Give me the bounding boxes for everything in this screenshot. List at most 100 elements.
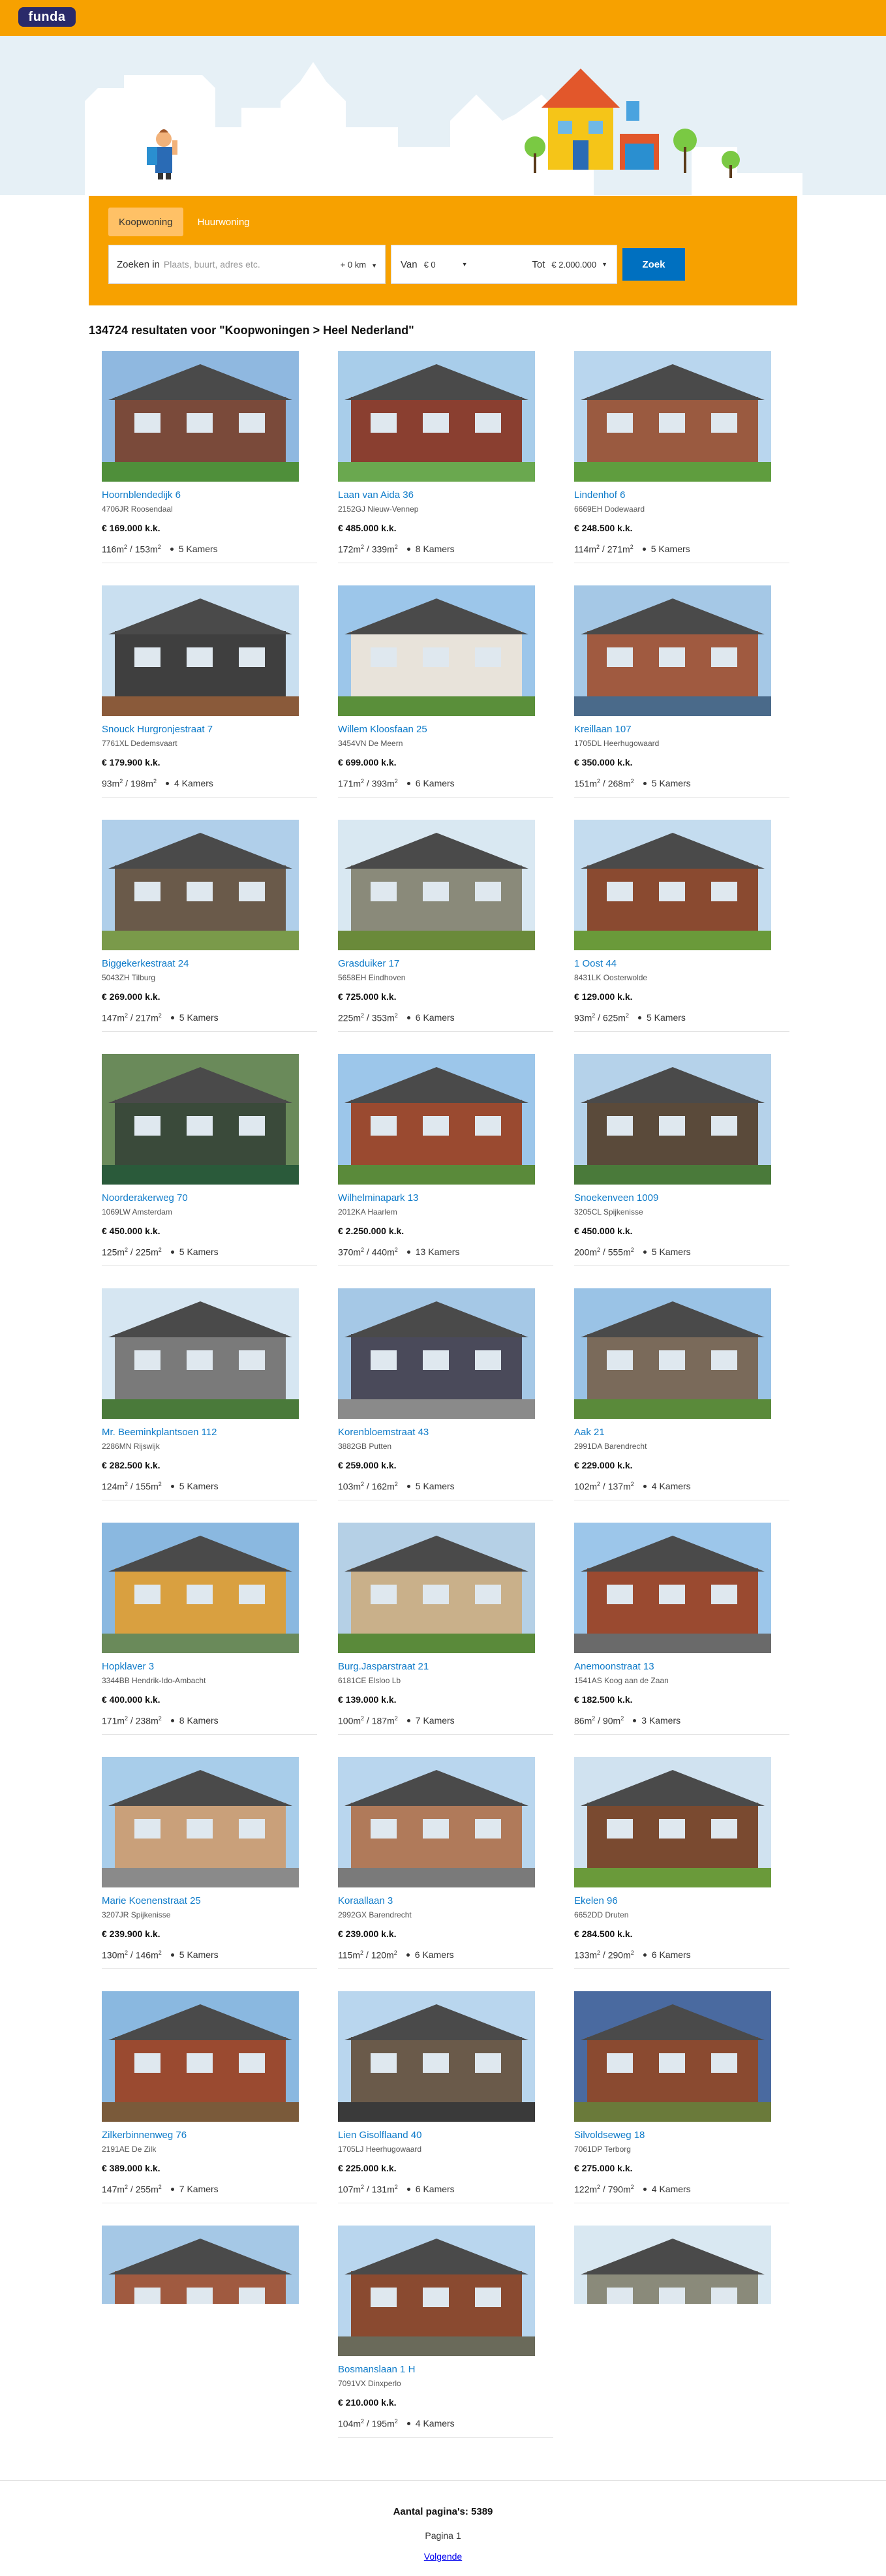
tab-huurwoning[interactable]: Huurwoning [187, 208, 260, 236]
listing-meta: 116m2 / 153m2 5 Kamers [102, 544, 317, 555]
listing-card[interactable]: Hoornblendedijk 6 4706JR Roosendaal € 169.… [102, 351, 317, 563]
radius-select[interactable]: + 0 km ▼ [341, 260, 377, 270]
listing-photo[interactable] [102, 1288, 299, 1419]
bullet-icon [170, 2187, 174, 2191]
listing-photo[interactable] [102, 1991, 299, 2122]
listing-address-link[interactable]: 1 Oost 44 [574, 958, 789, 969]
listing-card[interactable]: Silvoldseweg 18 7061DP Terborg € 275.000 k… [574, 1991, 789, 2203]
listing-address-link[interactable]: Korenbloemstraat 43 [338, 1427, 553, 1438]
listing-card[interactable]: Zilkerbinnenweg 76 2191AE De Zilk € 389.00… [102, 1991, 317, 2203]
listing-card[interactable]: Biggekerkestraat 24 5043ZH Tilburg € 269.0… [102, 820, 317, 1032]
listing-address-link[interactable]: Aak 21 [574, 1427, 789, 1438]
next-page-link[interactable]: Volgende [424, 2551, 462, 2562]
listing-photo[interactable] [574, 1054, 771, 1185]
listing-address-link[interactable]: Koraallaan 3 [338, 1895, 553, 1906]
listing-zip: 3882GB Putten [338, 1442, 392, 1451]
listing-photo[interactable] [574, 585, 771, 716]
listing-address-link[interactable]: Kreillaan 107 [574, 724, 789, 735]
listing-address-link[interactable]: Laan van Aida 36 [338, 489, 553, 501]
price-to-select[interactable]: Tot € 2.000.000 ▼ [532, 259, 607, 270]
location-input[interactable] [163, 259, 337, 270]
listing-card[interactable]: Korenbloemstraat 43 3882GB Putten € 259.00… [338, 1288, 553, 1500]
listing-photo[interactable] [102, 351, 299, 482]
listing-card[interactable]: Aak 21 2991DA Barendrecht € 229.000 k.k. 10… [574, 1288, 789, 1500]
search-button[interactable]: Zoek [622, 248, 685, 281]
listing-address-link[interactable]: Biggekerkestraat 24 [102, 958, 317, 969]
listing-card[interactable]: Burg.Jasparstraat 21 6181CE Elsloo Lb € 13… [338, 1523, 553, 1735]
listing-card[interactable] [574, 2226, 789, 2304]
living-area: 171m2 [338, 778, 365, 789]
listing-card[interactable]: Ekelen 96 6652DD Druten € 284.500 k.k. 133m… [574, 1757, 789, 1969]
listing-photo[interactable] [338, 1054, 535, 1185]
listing-price: € 129.000 k.k. [574, 991, 633, 1002]
listing-card[interactable]: Lindenhof 6 6669EH Dodewaard € 248.500 k.k… [574, 351, 789, 563]
listing-photo[interactable] [338, 351, 535, 482]
listing-photo[interactable] [102, 1054, 299, 1185]
listing-photo[interactable] [338, 820, 535, 950]
listing-address-link[interactable]: Hoornblendedijk 6 [102, 489, 317, 501]
tab-koopwoning[interactable]: Koopwoning [108, 208, 183, 236]
listing-card[interactable]: 1 Oost 44 8431LK Oosterwolde € 129.000 k.k… [574, 820, 789, 1032]
listing-card[interactable]: Snouck Hurgronjestraat 7 7761XL Dedemsvaa… [102, 585, 317, 798]
listing-photo[interactable] [102, 2226, 299, 2304]
listing-card[interactable]: Snoekenveen 1009 3205CL Spijkenisse € 450.… [574, 1054, 789, 1266]
listing-card[interactable] [102, 2226, 317, 2304]
listing-address-link[interactable]: Grasduiker 17 [338, 958, 553, 969]
listing-photo[interactable] [102, 820, 299, 950]
listing-photo[interactable] [574, 1757, 771, 1887]
listing-address-link[interactable]: Lien Gisolflaand 40 [338, 2130, 553, 2141]
listing-photo[interactable] [338, 1757, 535, 1887]
listing-photo[interactable] [338, 585, 535, 716]
listing-photo[interactable] [574, 351, 771, 482]
listing-address-link[interactable]: Mr. Beeminkplantsoen 112 [102, 1427, 317, 1438]
bullet-icon [643, 1484, 647, 1488]
listing-photo[interactable] [338, 1288, 535, 1419]
listing-card[interactable]: Wilhelminapark 13 2012KA Haarlem € 2.250.0… [338, 1054, 553, 1266]
listing-card[interactable]: Mr. Beeminkplantsoen 112 2286MN Rijswijk €… [102, 1288, 317, 1500]
listing-card[interactable]: Laan van Aida 36 2152GJ Nieuw-Vennep € 485… [338, 351, 553, 563]
listing-address-link[interactable]: Bosmanslaan 1 H [338, 2364, 553, 2375]
listing-card[interactable]: Koraallaan 3 2992GX Barendrecht € 239.000 … [338, 1757, 553, 1969]
price-from-select[interactable]: Van € 0 ▼ [401, 259, 468, 270]
listing-address-link[interactable]: Anemoonstraat 13 [574, 1661, 789, 1672]
listing-card[interactable]: Marie Koenenstraat 25 3207JR Spijkenisse €… [102, 1757, 317, 1969]
listing-photo[interactable] [574, 1991, 771, 2122]
listing-photo[interactable] [102, 585, 299, 716]
listing-address-link[interactable]: Silvoldseweg 18 [574, 2130, 789, 2141]
listing-address-link[interactable]: Hopklaver 3 [102, 1661, 317, 1672]
listing-card[interactable]: Anemoonstraat 13 1541AS Koog aan de Zaan €… [574, 1523, 789, 1735]
listing-card[interactable]: Willem Kloosfaan 25 3454VN De Meern € 699.… [338, 585, 553, 798]
listing-photo[interactable] [338, 1991, 535, 2122]
listing-address-link[interactable]: Zilkerbinnenweg 76 [102, 2130, 317, 2141]
listing-price: € 179.900 k.k. [102, 757, 160, 768]
listing-card[interactable]: Grasduiker 17 5658EH Eindhoven € 725.000 k… [338, 820, 553, 1032]
listing-photo[interactable] [574, 1523, 771, 1653]
listing-address-link[interactable]: Snoekenveen 1009 [574, 1192, 789, 1203]
listing-photo[interactable] [102, 1523, 299, 1653]
listing-address-link[interactable]: Snouck Hurgronjestraat 7 [102, 724, 317, 735]
listing-photo[interactable] [338, 1523, 535, 1653]
logo-text: funda [28, 9, 66, 24]
listing-address-link[interactable]: Lindenhof 6 [574, 489, 789, 501]
listing-card[interactable]: Bosmanslaan 1 H 7091VX Dinxperlo € 210.000… [338, 2226, 553, 2438]
listing-address-link[interactable]: Burg.Jasparstraat 21 [338, 1661, 553, 1672]
listing-card[interactable]: Lien Gisolflaand 40 1705LJ Heerhugowaard €… [338, 1991, 553, 2203]
listing-zip: 7091VX Dinxperlo [338, 2379, 401, 2388]
listing-address-link[interactable]: Noorderakerweg 70 [102, 1192, 317, 1203]
listing-photo[interactable] [574, 2226, 771, 2304]
funda-logo[interactable]: funda [18, 7, 76, 27]
listing-card[interactable]: Noorderakerweg 70 1069LW Amsterdam € 450.0… [102, 1054, 317, 1266]
area-separator: / [600, 544, 607, 555]
search-tabs: Koopwoning Huurwoning [108, 208, 260, 236]
listing-photo[interactable] [574, 820, 771, 950]
listing-photo[interactable] [574, 1288, 771, 1419]
listing-card[interactable]: Hopklaver 3 3344BB Hendrik-Ido-Ambacht € 4… [102, 1523, 317, 1735]
listing-photo[interactable] [102, 1757, 299, 1887]
listing-address-link[interactable]: Wilhelminapark 13 [338, 1192, 553, 1203]
card-divider [574, 796, 789, 798]
listing-address-link[interactable]: Marie Koenenstraat 25 [102, 1895, 317, 1906]
listing-card[interactable]: Kreillaan 107 1705DL Heerhugowaard € 350.0… [574, 585, 789, 798]
listing-address-link[interactable]: Ekelen 96 [574, 1895, 789, 1906]
listing-address-link[interactable]: Willem Kloosfaan 25 [338, 724, 553, 735]
listing-photo[interactable] [338, 2226, 535, 2356]
